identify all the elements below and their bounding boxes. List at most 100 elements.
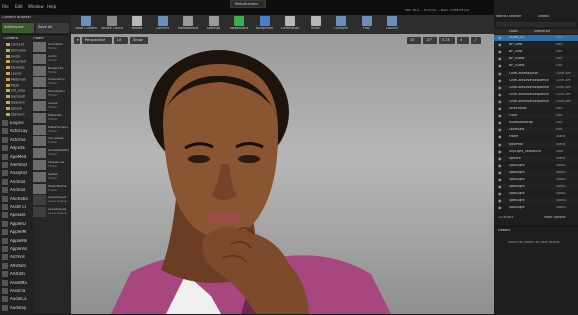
add-import-button[interactable]: Add/Import bbox=[2, 23, 34, 33]
settings-button[interactable]: Settings bbox=[203, 16, 225, 33]
visibility-eye-icon[interactable]: ◉ bbox=[498, 107, 502, 111]
visibility-eye-icon[interactable]: ◉ bbox=[498, 206, 502, 210]
save-all-button[interactable]: Save All bbox=[36, 23, 69, 33]
visibility-eye-icon[interactable]: ◉ bbox=[498, 71, 502, 76]
launch-button[interactable]: Launch bbox=[381, 16, 403, 33]
folder-tile[interactable] bbox=[33, 124, 46, 135]
outliner-row[interactable]: ◉ CineCameraActor CineCam bbox=[494, 70, 578, 77]
source-control-button[interactable]: Source Control bbox=[101, 16, 123, 33]
visibility-eye-icon[interactable]: ◉ bbox=[498, 50, 502, 54]
list-item[interactable]: ArchVis bbox=[0, 253, 33, 261]
list-item[interactable]: ApexDe bbox=[0, 211, 33, 219]
tree-item[interactable]: Sequenc bbox=[6, 101, 32, 106]
visibility-eye-icon[interactable]: ◉ bbox=[498, 149, 502, 154]
visibility-eye-icon[interactable]: ◉ bbox=[498, 85, 502, 90]
visibility-eye-icon[interactable]: ◉ bbox=[498, 135, 502, 139]
outliner-row[interactable]: ◉ SpotLight SpotLi bbox=[494, 177, 578, 183]
asset-tile[interactable] bbox=[33, 207, 46, 218]
tree-item[interactable]: Develop bbox=[6, 66, 32, 71]
visibility-eye-icon[interactable]: ◉ bbox=[498, 114, 502, 118]
build-button[interactable]: Build bbox=[305, 16, 327, 33]
blueprints-button[interactable]: Blueprints bbox=[254, 16, 276, 33]
outliner-row[interactable]: ◉ postProc Static bbox=[494, 141, 578, 148]
outliner-row[interactable]: ◉ CineCamLevelSequence CineCam bbox=[494, 92, 578, 98]
list-item[interactable]: AudioCa bbox=[0, 295, 33, 303]
list-item[interactable]: AssetTa bbox=[0, 287, 33, 295]
visibility-eye-icon[interactable]: ◉ bbox=[498, 142, 502, 147]
list-item[interactable]: AppleMo bbox=[0, 237, 33, 245]
folder-tile[interactable] bbox=[33, 160, 46, 170]
outliner-row[interactable]: ◉ SpotLight SpotLi bbox=[494, 184, 578, 191]
outliner-row[interactable]: ◉ CineCamLevelSequence CineCam bbox=[494, 84, 578, 91]
outliner-row[interactable]: ◉ SpotLight SpotLi bbox=[494, 198, 578, 205]
tree-item[interactable]: Audio bbox=[6, 54, 32, 60]
outliner-row[interactable]: ◉ Sphere Static bbox=[494, 155, 578, 162]
tree-item[interactable]: old_asse bbox=[6, 89, 32, 94]
outliner-row[interactable]: ◉ BP_Guest Edit bbox=[494, 56, 578, 63]
level-tab[interactable]: MetaHumans bbox=[230, 0, 266, 8]
outliner-row[interactable]: ◉ Directional Edit bbox=[494, 106, 578, 112]
tree-item[interactable]: Materials bbox=[6, 77, 32, 83]
list-item[interactable]: Android bbox=[0, 178, 33, 186]
outliner-row[interactable]: ◉ Guest_03 Edit bbox=[494, 35, 578, 41]
menu-window[interactable]: Window bbox=[28, 5, 44, 9]
folder-tile[interactable] bbox=[33, 65, 46, 76]
folder-tile[interactable] bbox=[33, 183, 46, 194]
tree-item[interactable]: Content bbox=[6, 43, 32, 48]
list-item[interactable]: AssetMa bbox=[0, 279, 33, 287]
view-options-button[interactable]: View Options bbox=[544, 216, 566, 219]
list-item[interactable]: Engine bbox=[0, 119, 33, 127]
list-item[interactable]: AlembicI bbox=[0, 161, 33, 169]
megascans-button[interactable]: Megascans bbox=[228, 16, 250, 33]
folder-tile[interactable] bbox=[33, 136, 46, 147]
list-item[interactable]: AppleVis bbox=[0, 245, 33, 253]
list-item[interactable]: ApeMed bbox=[0, 153, 33, 161]
levels-tab[interactable]: Levels bbox=[538, 15, 558, 19]
details-tab[interactable]: Details bbox=[498, 229, 510, 233]
compile-button[interactable]: Compile bbox=[330, 16, 352, 33]
outliner-row[interactable]: ◉ SpotLight SpotLi bbox=[494, 163, 578, 169]
content-root-label[interactable]: Content bbox=[4, 37, 29, 41]
visibility-eye-icon[interactable]: ◉ bbox=[498, 78, 502, 83]
visibility-eye-icon[interactable]: ◉ bbox=[498, 199, 502, 203]
tree-item[interactable]: Cinemati bbox=[6, 60, 32, 65]
visibility-eye-icon[interactable]: ◉ bbox=[498, 57, 502, 61]
outliner-row[interactable]: ◉ SkyLight_Sequence Spot bbox=[494, 149, 578, 155]
outliner-row[interactable]: ◉ CineCamLevelSequence CineCam bbox=[494, 78, 578, 84]
folder-tile[interactable] bbox=[33, 53, 46, 64]
menu-help[interactable]: Help bbox=[47, 5, 56, 9]
visibility-eye-icon[interactable]: ◉ bbox=[498, 36, 502, 40]
list-item[interactable]: Android bbox=[0, 186, 33, 194]
content-browser-tab[interactable]: Content Browser bbox=[2, 16, 42, 21]
filters-button[interactable]: Filters bbox=[33, 37, 53, 41]
visibility-eye-icon[interactable]: ◉ bbox=[498, 163, 502, 168]
tree-item[interactable]: Splash bbox=[6, 106, 32, 112]
list-item[interactable]: AppleIO bbox=[0, 220, 33, 228]
outliner-row[interactable]: ◉ SpotLight SpotLi bbox=[494, 191, 578, 197]
visibility-eye-icon[interactable]: ◉ bbox=[498, 99, 502, 104]
folder-tile[interactable] bbox=[33, 171, 46, 182]
visibility-eye-icon[interactable]: ◉ bbox=[498, 64, 502, 68]
folder-tile[interactable] bbox=[33, 89, 46, 100]
label-column-header[interactable]: Label bbox=[509, 30, 518, 33]
menu-file[interactable]: File bbox=[2, 5, 9, 9]
visibility-eye-icon[interactable]: ◉ bbox=[498, 170, 502, 175]
folder-tile[interactable] bbox=[33, 42, 46, 52]
play-button[interactable]: Play bbox=[356, 16, 378, 33]
list-item[interactable]: AnalyticI bbox=[0, 169, 33, 177]
folder-tile[interactable] bbox=[33, 112, 46, 123]
visibility-eye-icon[interactable]: ◉ bbox=[498, 185, 502, 189]
list-item[interactable]: ActorLay bbox=[0, 127, 33, 135]
tree-item[interactable]: StarterC bbox=[6, 112, 32, 118]
folder-tile[interactable] bbox=[33, 77, 46, 88]
outliner-row[interactable]: ◉ SpotLight SpotLi bbox=[494, 205, 578, 211]
outliner-row[interactable]: ◉ LevelSeq Edit bbox=[494, 127, 578, 134]
list-item[interactable]: ArUtiliti bbox=[0, 270, 33, 278]
folder-tile[interactable] bbox=[33, 148, 46, 159]
list-item[interactable]: ActorSe bbox=[0, 136, 33, 144]
folder-tile[interactable] bbox=[33, 101, 46, 111]
list-item[interactable]: Asset Cl bbox=[0, 203, 33, 211]
outliner-row[interactable]: ◉ BP_Gest Edit bbox=[494, 49, 578, 55]
content-button[interactable]: Content bbox=[152, 16, 174, 33]
tree-item[interactable]: Meta bbox=[6, 83, 32, 89]
